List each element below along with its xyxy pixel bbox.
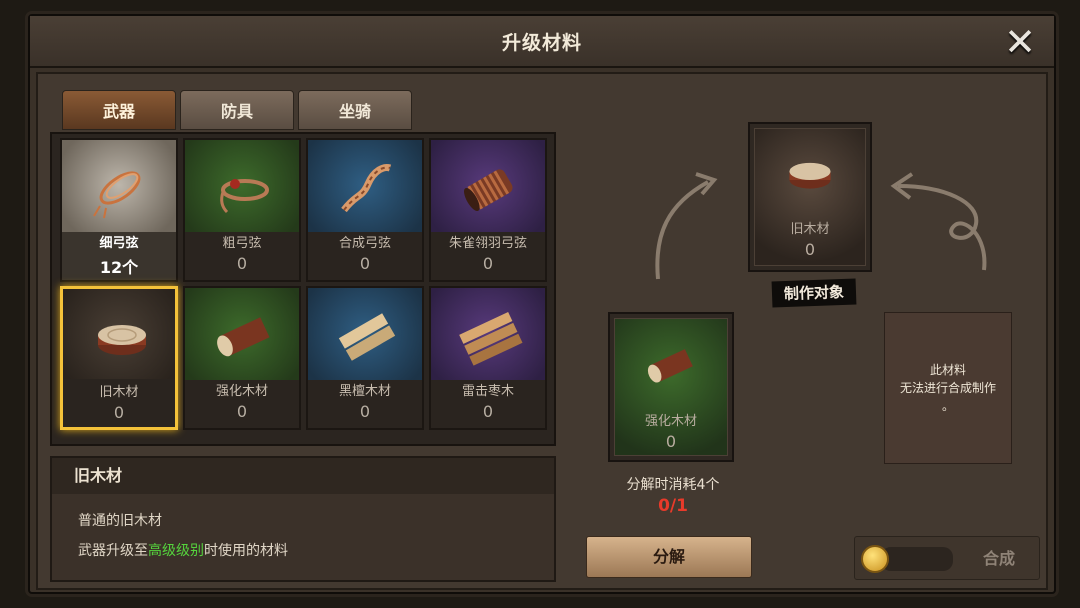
content-panel: 武器 防具 坐骑 细弓弦 12个 粗弓弦 0 合成弓弦 0 朱雀翎羽弓弦 0 旧… bbox=[36, 72, 1048, 590]
wood-slice-icon bbox=[789, 162, 831, 189]
material-name: 细弓弦 bbox=[99, 236, 139, 251]
source-count: 0 bbox=[665, 432, 677, 451]
lumber-planks-icon bbox=[338, 313, 396, 361]
material-name: 黑檀木材 bbox=[338, 384, 391, 399]
tab-mount[interactable]: 坐骑 bbox=[298, 90, 412, 130]
craft-info-box: 此材料 无法进行合成制作 。 bbox=[884, 312, 1012, 464]
material-name: 雷击枣木 bbox=[461, 384, 514, 399]
lumber-bundle-icon bbox=[459, 311, 523, 366]
material-count: 0 bbox=[236, 402, 248, 421]
thick-bowstring-icon bbox=[220, 179, 269, 214]
material-slot-fine-bowstring[interactable]: 细弓弦 12个 bbox=[60, 138, 178, 282]
material-name: 旧木材 bbox=[99, 385, 139, 400]
description-title: 旧木材 bbox=[52, 458, 554, 494]
coin-progress-track bbox=[881, 547, 953, 571]
material-count: 0 bbox=[113, 403, 125, 422]
target-name: 旧木材 bbox=[790, 222, 830, 237]
material-name: 粗弓弦 bbox=[222, 236, 262, 251]
consume-count: 0/1 bbox=[658, 496, 688, 516]
material-count: 0 bbox=[482, 402, 494, 421]
material-slot-composite-bowstring[interactable]: 合成弓弦 0 bbox=[306, 138, 424, 282]
material-slot-thick-bowstring[interactable]: 粗弓弦 0 bbox=[183, 138, 301, 282]
craft-button[interactable]: 合成 bbox=[854, 536, 1040, 580]
craft-target-label: 制作对象 bbox=[771, 278, 857, 308]
close-icon[interactable]: ✕ bbox=[1000, 22, 1040, 62]
material-grid-panel: 细弓弦 12个 粗弓弦 0 合成弓弦 0 朱雀翎羽弓弦 0 旧木材 0 强化木材… bbox=[50, 132, 556, 446]
curved-arrow-left-icon bbox=[655, 172, 718, 280]
material-grid: 细弓弦 12个 粗弓弦 0 合成弓弦 0 朱雀翎羽弓弦 0 旧木材 0 强化木材… bbox=[60, 138, 547, 430]
highlight-text: 高级级别 bbox=[148, 543, 204, 559]
curved-arrow-right-icon bbox=[890, 172, 987, 271]
material-count: 12个 bbox=[99, 258, 139, 277]
craft-target-card[interactable]: 旧木材 0 bbox=[748, 122, 872, 272]
upgrade-materials-window: 升级材料 ✕ 武器 防具 坐骑 细弓弦 12个 粗弓弦 0 合成弓弦 0 朱雀翎… bbox=[28, 14, 1056, 594]
material-name: 合成弓弦 bbox=[338, 236, 391, 251]
target-count: 0 bbox=[804, 240, 816, 259]
window-title: 升级材料 bbox=[501, 31, 582, 54]
rope-spool-icon bbox=[464, 169, 513, 212]
material-name: 强化木材 bbox=[215, 384, 268, 399]
wood-slice-icon bbox=[98, 325, 146, 355]
tab-weapon[interactable]: 武器 bbox=[62, 90, 176, 130]
material-slot-ebony-wood[interactable]: 黑檀木材 0 bbox=[306, 286, 424, 430]
description-line-2: 武器升级至高级级别时使用的材料 bbox=[78, 543, 288, 559]
material-count: 0 bbox=[359, 402, 371, 421]
description-panel: 旧木材 普通的旧木材 武器升级至高级级别时使用的材料 bbox=[50, 456, 556, 582]
material-slot-reinforced-wood[interactable]: 强化木材 0 bbox=[183, 286, 301, 430]
log-icon bbox=[647, 349, 693, 383]
material-count: 0 bbox=[482, 254, 494, 273]
consume-label: 分解时消耗4个 bbox=[626, 477, 720, 493]
material-count: 0 bbox=[359, 254, 371, 273]
material-name: 朱雀翎羽弓弦 bbox=[448, 236, 527, 251]
craft-label: 合成 bbox=[982, 549, 1015, 568]
category-tabs: 武器 防具 坐骑 bbox=[62, 90, 412, 130]
material-slot-lightning-jujube-wood[interactable]: 雷击枣木 0 bbox=[429, 286, 547, 430]
decompose-source-card[interactable]: 强化木材 0 bbox=[608, 312, 734, 462]
title-bar: 升级材料 ✕ bbox=[30, 16, 1054, 68]
gold-coin-icon bbox=[861, 545, 889, 573]
material-slot-old-wood[interactable]: 旧木材 0 bbox=[60, 286, 178, 430]
log-icon bbox=[217, 317, 270, 357]
material-slot-phoenix-bowstring[interactable]: 朱雀翎羽弓弦 0 bbox=[429, 138, 547, 282]
bowstring-coil-icon bbox=[93, 171, 141, 219]
twisted-rope-icon bbox=[341, 164, 392, 213]
description-line-1: 普通的旧木材 bbox=[78, 513, 162, 529]
decompose-button[interactable]: 分解 bbox=[586, 536, 752, 578]
source-name: 强化木材 bbox=[644, 414, 697, 429]
tab-armor[interactable]: 防具 bbox=[180, 90, 294, 130]
material-count: 0 bbox=[236, 254, 248, 273]
